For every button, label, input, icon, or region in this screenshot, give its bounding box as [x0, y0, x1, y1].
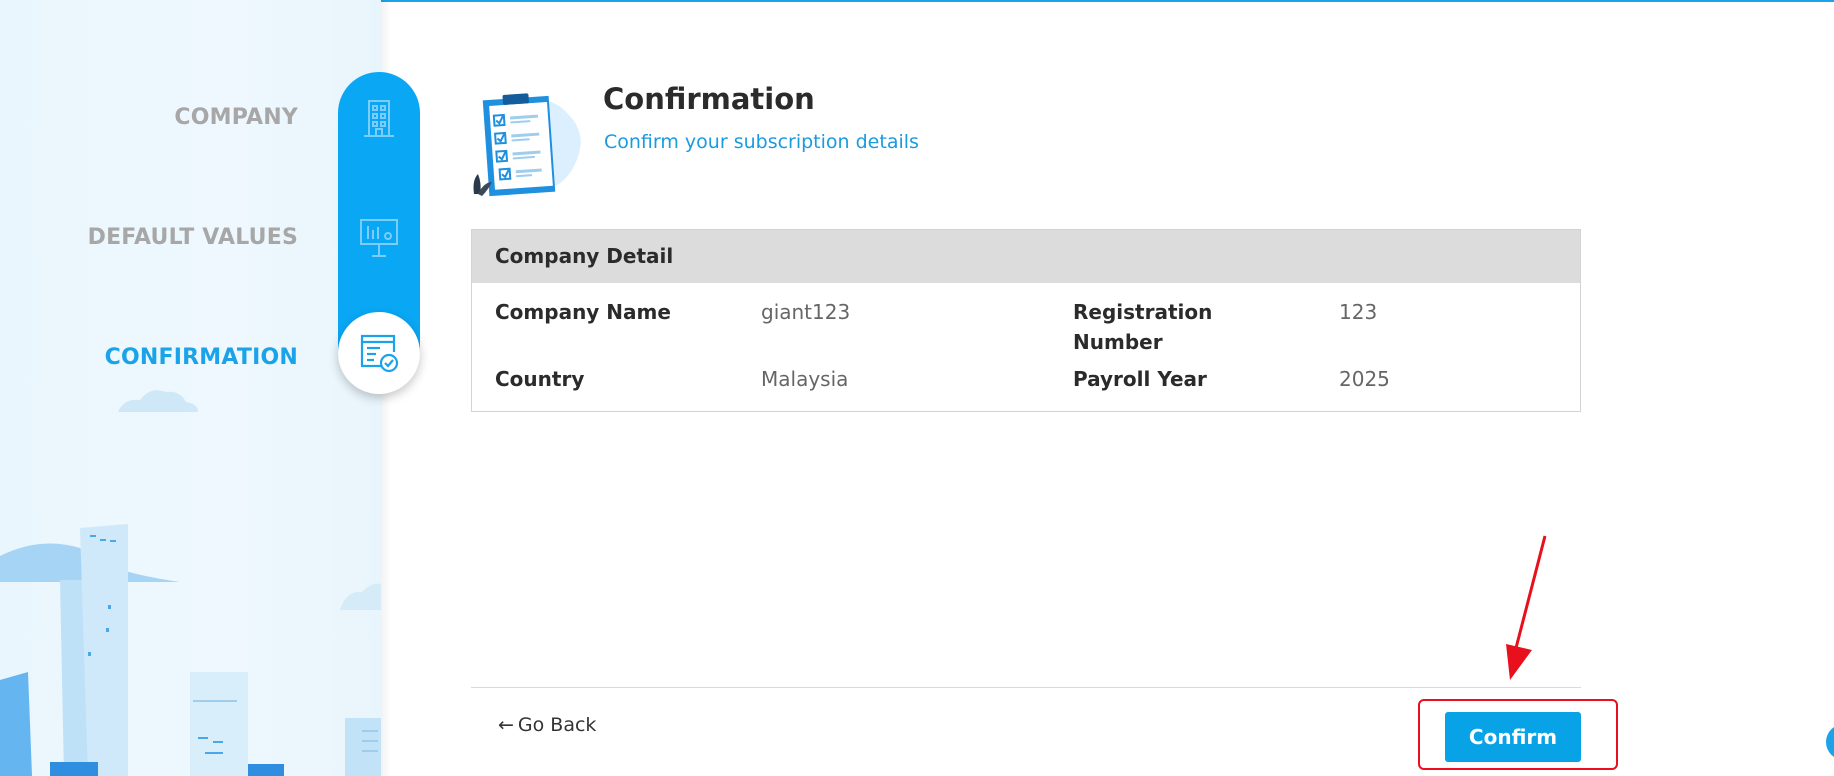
stepper-sidebar: COMPANY DEFAULT VALUES CONFIRMATION	[0, 0, 381, 776]
country-value: Malaysia	[761, 367, 849, 391]
confirm-button[interactable]: Confirm	[1445, 712, 1581, 762]
step-company-label[interactable]: COMPANY	[174, 105, 298, 130]
payroll-year-value: 2025	[1339, 367, 1390, 391]
company-name-label: Company Name	[495, 300, 671, 324]
page-subtitle: Confirm your subscription details	[604, 131, 919, 153]
footer-divider	[471, 687, 1581, 688]
step-default-values-label[interactable]: DEFAULT VALUES	[88, 225, 298, 250]
go-back-button[interactable]: ← Go Back	[498, 710, 596, 740]
go-back-label: Go Back	[517, 714, 597, 736]
company-detail-heading: Company Detail	[472, 230, 1580, 283]
presentation-board-icon[interactable]	[356, 214, 402, 260]
certificate-check-icon[interactable]	[356, 330, 402, 376]
arrow-left-icon: ←	[498, 714, 514, 736]
payroll-year-label: Payroll Year	[1073, 367, 1207, 391]
page-title: Confirmation	[603, 82, 815, 116]
clipboard-checklist-icon	[473, 93, 581, 197]
annotation-arrow	[1506, 535, 1547, 680]
help-chat-button[interactable]	[1826, 724, 1834, 760]
company-name-value: giant123	[761, 300, 851, 324]
registration-number-value: 123	[1339, 300, 1378, 324]
company-detail-card: Company Detail Company Name giant123 Reg…	[471, 229, 1581, 412]
step-confirmation-label[interactable]: CONFIRMATION	[105, 345, 298, 370]
country-label: Country	[495, 367, 585, 391]
registration-number-label: Registration Number	[1073, 300, 1213, 354]
building-icon[interactable]	[356, 96, 402, 142]
